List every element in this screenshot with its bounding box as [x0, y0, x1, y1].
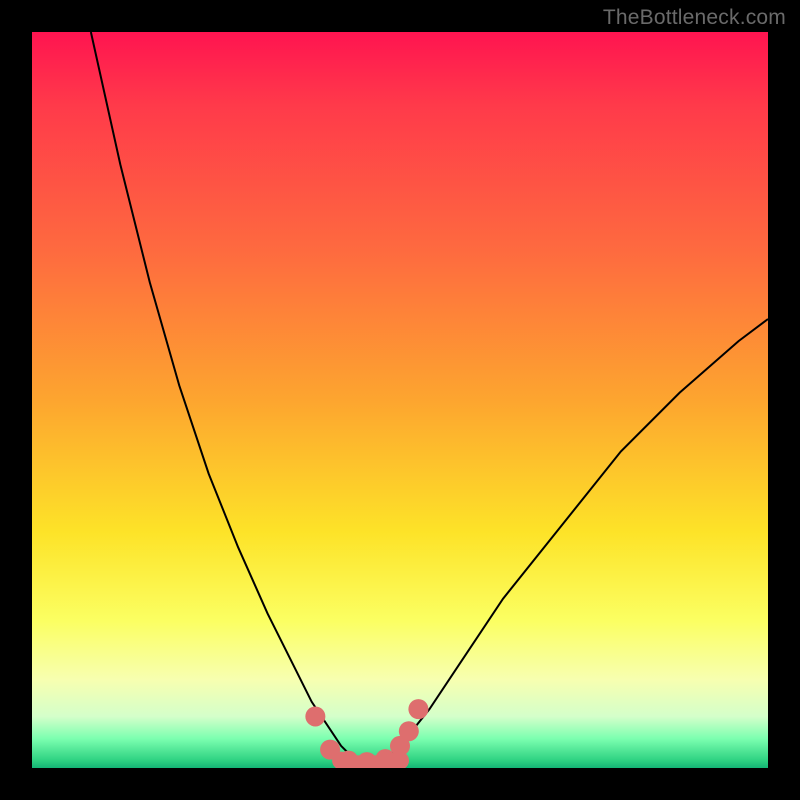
- series-right-curve: [385, 319, 768, 761]
- plot-area: [32, 32, 768, 768]
- curve-layer: [32, 32, 768, 768]
- marker-dot: [320, 740, 340, 760]
- series-left-curve: [91, 32, 356, 761]
- marker-dot: [305, 706, 325, 726]
- highlighted-points: [305, 699, 428, 768]
- watermark-text: TheBottleneck.com: [603, 6, 786, 30]
- marker-dot: [357, 752, 377, 768]
- left-curve-path: [91, 32, 356, 761]
- chart-frame: TheBottleneck.com: [0, 0, 800, 800]
- marker-dot: [399, 721, 419, 741]
- marker-dot: [408, 699, 428, 719]
- right-curve-path: [385, 319, 768, 761]
